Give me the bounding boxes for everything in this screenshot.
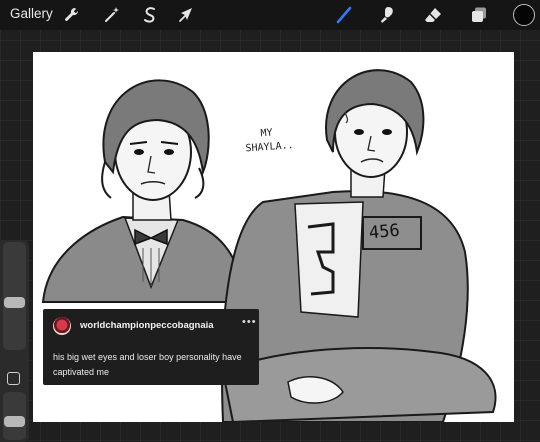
eraser-icon[interactable] <box>423 5 443 25</box>
handwritten-caption: MY SHAYLA.. <box>244 124 316 157</box>
social-post-card: worldchampionpeccobagnaia ••• his big we… <box>43 309 259 385</box>
magic-wand-icon[interactable] <box>102 5 122 25</box>
post-username[interactable]: worldchampionpeccobagnaia <box>80 320 214 331</box>
brush-opacity-slider[interactable] <box>3 392 26 440</box>
smudge-icon[interactable] <box>377 5 397 25</box>
brush-size-handle[interactable] <box>4 297 25 308</box>
more-options-icon[interactable]: ••• <box>242 316 257 328</box>
post-body-text: his big wet eyes and loser boy personali… <box>53 352 242 377</box>
avatar[interactable] <box>53 317 71 335</box>
wrench-icon[interactable] <box>62 5 82 25</box>
top-toolbar: Gallery <box>0 0 540 30</box>
brush-size-slider[interactable] <box>3 242 26 350</box>
move-arrow-icon[interactable] <box>176 5 196 25</box>
brush-opacity-handle[interactable] <box>4 416 25 427</box>
modify-button[interactable] <box>7 372 20 385</box>
brush-icon[interactable] <box>334 5 354 25</box>
prisoner-number-tag: 456 <box>368 220 401 244</box>
selection-s-icon[interactable] <box>140 5 160 25</box>
gallery-button[interactable]: Gallery <box>10 6 53 21</box>
color-picker-button[interactable] <box>513 4 535 26</box>
layers-icon[interactable] <box>469 5 489 25</box>
